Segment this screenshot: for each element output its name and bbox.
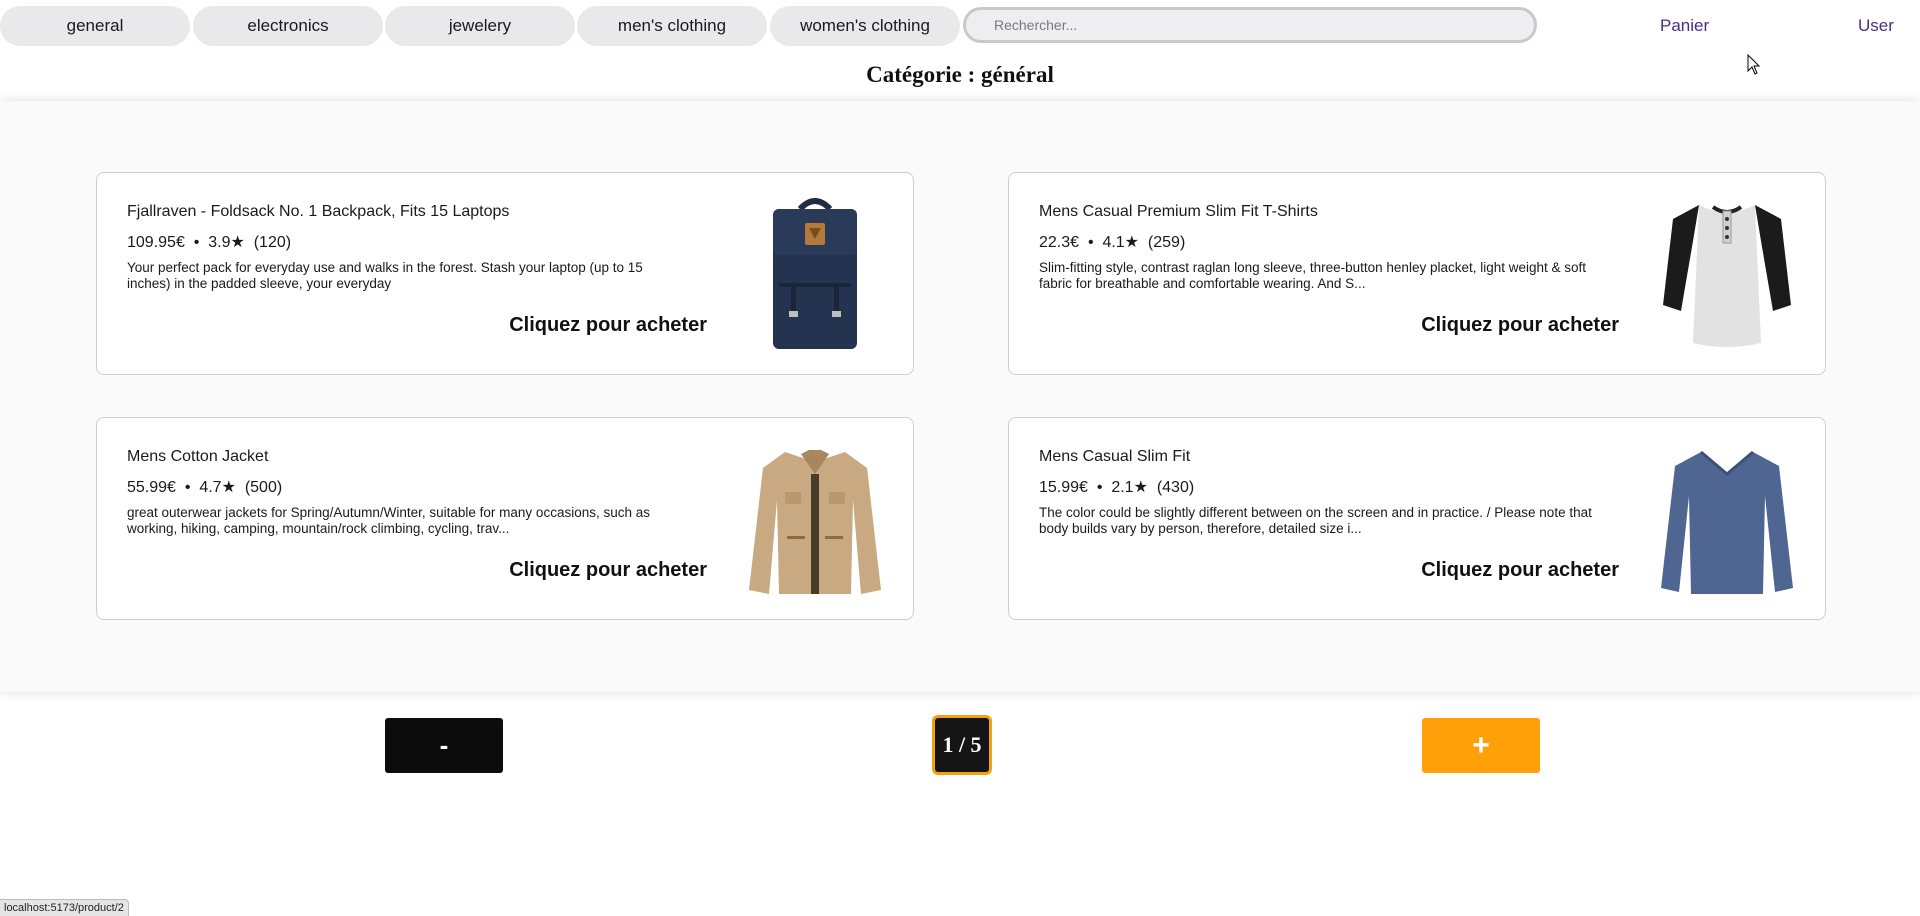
backpack-image [745, 195, 885, 355]
product-price: 109.95€ [127, 234, 185, 251]
category-womens-clothing-button[interactable]: women's clothing [770, 6, 960, 46]
category-general-button[interactable]: general [0, 6, 190, 46]
product-rating-count: (500) [244, 479, 283, 496]
product-card[interactable]: Mens Casual Premium Slim Fit T-Shirts 22… [1008, 172, 1826, 375]
user-link[interactable]: User [1858, 16, 1894, 36]
product-rating: 3.9★ [208, 234, 245, 251]
category-electronics-button[interactable]: electronics [193, 6, 383, 46]
product-meta: 55.99€ • 4.7★ (500) [127, 479, 283, 496]
buy-button[interactable]: Cliquez pour acheter [1421, 314, 1619, 337]
next-page-button[interactable]: + [1422, 718, 1540, 773]
product-card[interactable]: Mens Cotton Jacket 55.99€ • 4.7★ (500) g… [96, 417, 914, 620]
product-meta: 22.3€ • 4.1★ (259) [1039, 234, 1186, 251]
product-title: Mens Casual Slim Fit [1039, 448, 1191, 465]
product-title: Fjallraven - Foldsack No. 1 Backpack, Fi… [127, 203, 510, 220]
product-grid: Fjallraven - Foldsack No. 1 Backpack, Fi… [0, 101, 1920, 692]
jacket-image [745, 440, 885, 600]
product-rating: 2.1★ [1111, 479, 1148, 496]
product-rating-count: (120) [253, 234, 292, 251]
product-card[interactable]: Mens Casual Slim Fit 15.99€ • 2.1★ (430)… [1008, 417, 1826, 620]
search-input[interactable] [963, 7, 1537, 43]
page-indicator: 1 / 5 [932, 715, 992, 775]
product-meta: 109.95€ • 3.9★ (120) [127, 234, 292, 251]
cart-link[interactable]: Panier [1660, 16, 1709, 36]
raglan-shirt-image [1657, 195, 1797, 355]
page-title: Catégorie : général [866, 62, 1054, 87]
product-price: 15.99€ [1039, 479, 1088, 496]
product-card[interactable]: Fjallraven - Foldsack No. 1 Backpack, Fi… [96, 172, 914, 375]
product-rating: 4.1★ [1102, 234, 1140, 251]
product-rating-count: (259) [1147, 234, 1186, 251]
product-title: Mens Cotton Jacket [127, 448, 269, 465]
product-rating-count: (430) [1156, 479, 1195, 496]
product-rating: 4.7★ [199, 479, 236, 496]
category-jewelery-button[interactable]: jewelery [385, 6, 575, 46]
long-sleeve-shirt-image [1657, 440, 1797, 600]
product-description: Your perfect pack for everyday use and w… [127, 260, 643, 291]
buy-button[interactable]: Cliquez pour acheter [509, 559, 707, 582]
product-price: 55.99€ [127, 479, 176, 496]
product-description: great outerwear jackets for Spring/Autum… [127, 505, 650, 536]
product-price: 22.3€ [1039, 234, 1080, 251]
product-description: Slim-fitting style, contrast raglan long… [1039, 260, 1587, 291]
category-mens-clothing-button[interactable]: men's clothing [577, 6, 767, 46]
product-description: The color could be slightly different be… [1039, 505, 1592, 536]
browser-status-url: localhost:5173/product/2 [0, 899, 129, 916]
previous-page-button[interactable]: - [385, 718, 503, 773]
buy-button[interactable]: Cliquez pour acheter [1421, 559, 1619, 582]
top-navigation: general electronics jewelery men's cloth… [0, 0, 1920, 50]
product-meta: 15.99€ • 2.1★ (430) [1039, 479, 1195, 496]
product-title: Mens Casual Premium Slim Fit T-Shirts [1039, 203, 1318, 220]
buy-button[interactable]: Cliquez pour acheter [509, 314, 707, 337]
